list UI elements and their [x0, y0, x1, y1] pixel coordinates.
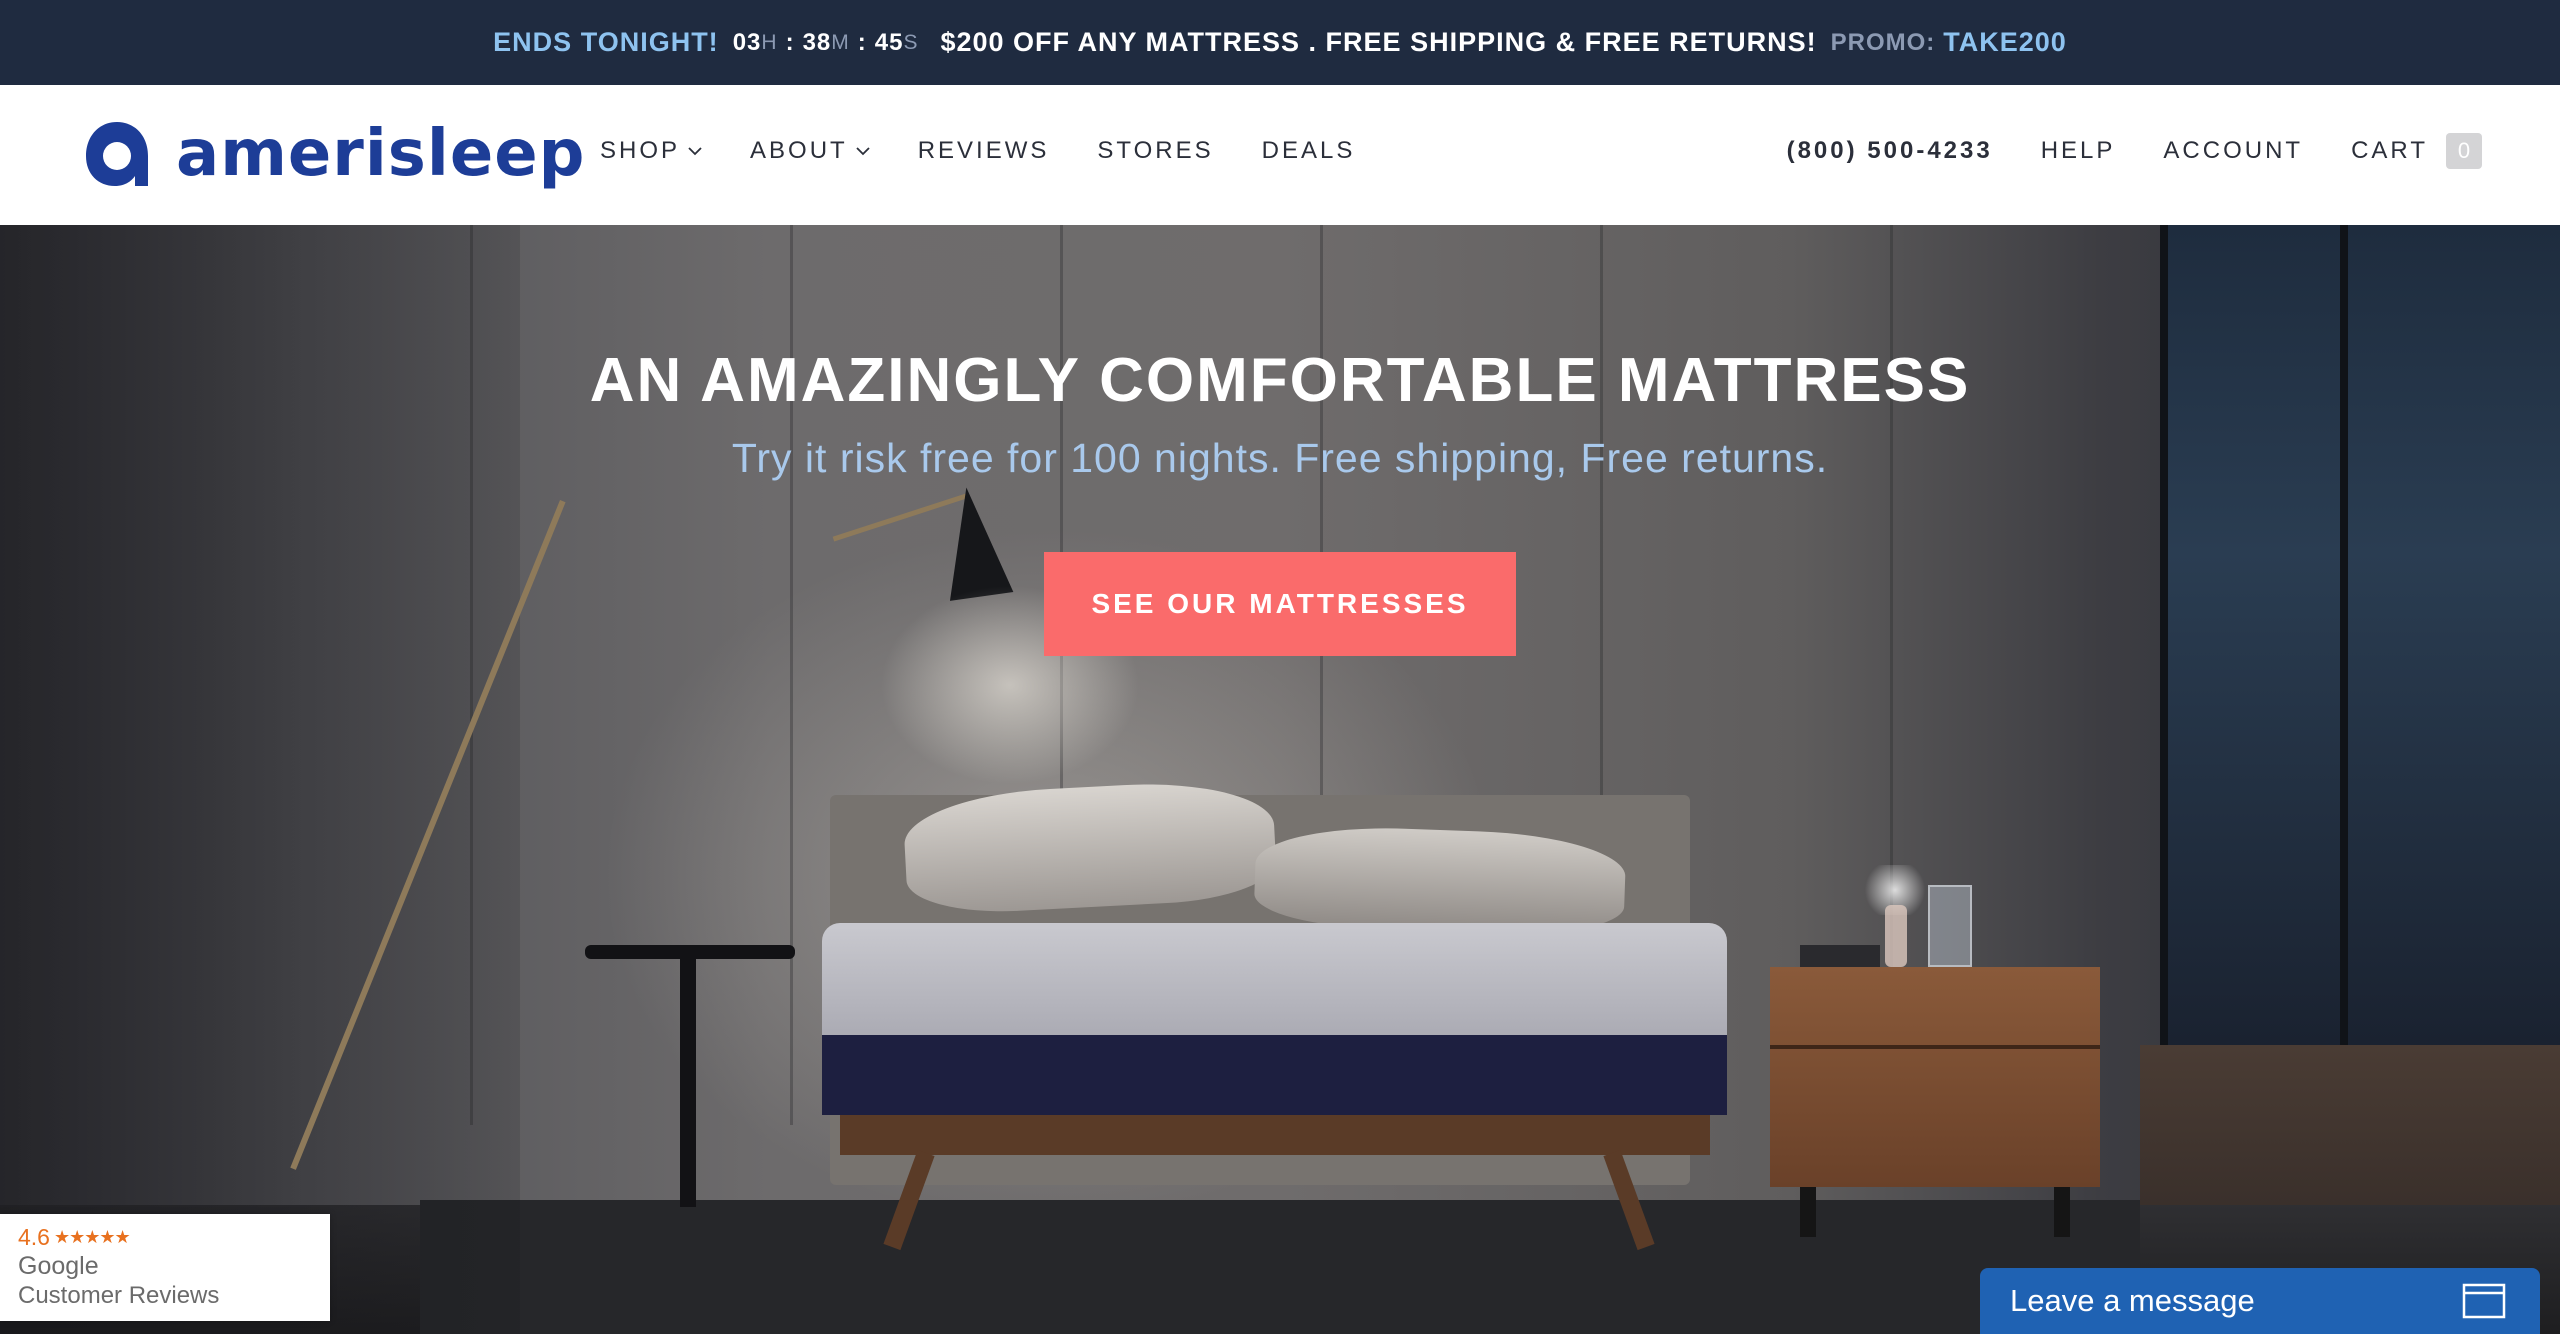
nav-reviews[interactable]: REVIEWS: [918, 137, 1050, 165]
nav-account[interactable]: ACCOUNT: [2163, 137, 2303, 165]
reviews-badge-label: Customer Reviews: [18, 1282, 220, 1309]
mattress-base: [822, 1035, 1727, 1115]
books: [1800, 945, 1880, 967]
bed-frame: [840, 1115, 1710, 1155]
promo-code-label: PROMO:: [1830, 28, 1936, 56]
promo-ends-label: ENDS TONIGHT!: [493, 27, 719, 57]
countdown-hours: 03: [732, 28, 762, 56]
see-mattresses-button[interactable]: SEE OUR MATTRESSES: [1044, 552, 1516, 656]
utility-nav: (800) 500-4233 HELP ACCOUNT CART 0: [1787, 133, 2482, 169]
chat-label: Leave a message: [2010, 1283, 2255, 1318]
main-nav: SHOP ABOUT REVIEWS STORES DEALS: [600, 137, 1403, 165]
promo-code: TAKE200: [1943, 27, 2067, 57]
nightstand-legs: [1800, 1187, 2070, 1237]
nav-about[interactable]: ABOUT: [750, 137, 870, 165]
nav-stores[interactable]: STORES: [1097, 137, 1213, 165]
logo-icon: [86, 122, 148, 186]
hero-title: AN AMAZINGLY COMFORTABLE MATTRESS: [589, 346, 1971, 415]
chevron-down-icon: [856, 147, 870, 156]
chat-window-icon: [2462, 1283, 2506, 1319]
countdown-seconds-unit: S: [903, 30, 919, 54]
countdown-separator: :: [857, 28, 867, 56]
star-rating-icon: ★★★★★: [53, 1227, 131, 1247]
glass: [1928, 885, 1972, 967]
vase: [1885, 905, 1907, 967]
google-wordmark: Google: [18, 1252, 99, 1280]
countdown-hours-unit: H: [761, 30, 778, 54]
mattress-top: [822, 923, 1727, 1043]
countdown-minutes-unit: M: [831, 30, 850, 54]
chevron-down-icon: [688, 147, 702, 156]
rating-score: 4.6: [18, 1224, 50, 1250]
nightstand: [1770, 967, 2100, 1187]
countdown-minutes: 38: [802, 28, 832, 56]
nav-shop[interactable]: SHOP: [600, 137, 702, 165]
rating-row: 4.6 ★★★★★: [18, 1224, 330, 1251]
cart-count-badge: 0: [2446, 133, 2482, 169]
nav-help[interactable]: HELP: [2041, 137, 2116, 165]
cart-label: CART: [2351, 137, 2428, 164]
side-table-leg: [680, 957, 696, 1207]
nav-about-label: ABOUT: [750, 137, 848, 164]
logo-link[interactable]: amerisleep: [84, 118, 585, 190]
cart-link[interactable]: CART 0: [2351, 133, 2482, 169]
chat-widget[interactable]: Leave a message: [1980, 1268, 2540, 1334]
promo-offer-text: $200 OFF ANY MATTRESS . FREE SHIPPING & …: [940, 27, 1817, 57]
hero-section: AN AMAZINGLY COMFORTABLE MATTRESS Try it…: [0, 225, 2560, 1334]
nightstand-drawer-line: [1770, 1045, 2100, 1049]
logo-text: amerisleep: [176, 117, 586, 191]
countdown-separator: :: [785, 28, 795, 56]
google-reviews-badge[interactable]: 4.6 ★★★★★ Google Customer Reviews: [0, 1214, 330, 1321]
site-header: amerisleep SHOP ABOUT REVIEWS STORES DEA…: [0, 85, 2560, 225]
hero-subtitle: Try it risk free for 100 nights. Free sh…: [731, 435, 1829, 481]
nav-shop-label: SHOP: [600, 137, 681, 164]
nav-deals[interactable]: DEALS: [1262, 137, 1356, 165]
phone-link[interactable]: (800) 500-4233: [1787, 137, 1993, 165]
promo-bar: ENDS TONIGHT! 03 H : 38 M : 45 S $200 OFF A…: [0, 0, 2560, 85]
countdown-seconds: 45: [874, 28, 904, 56]
